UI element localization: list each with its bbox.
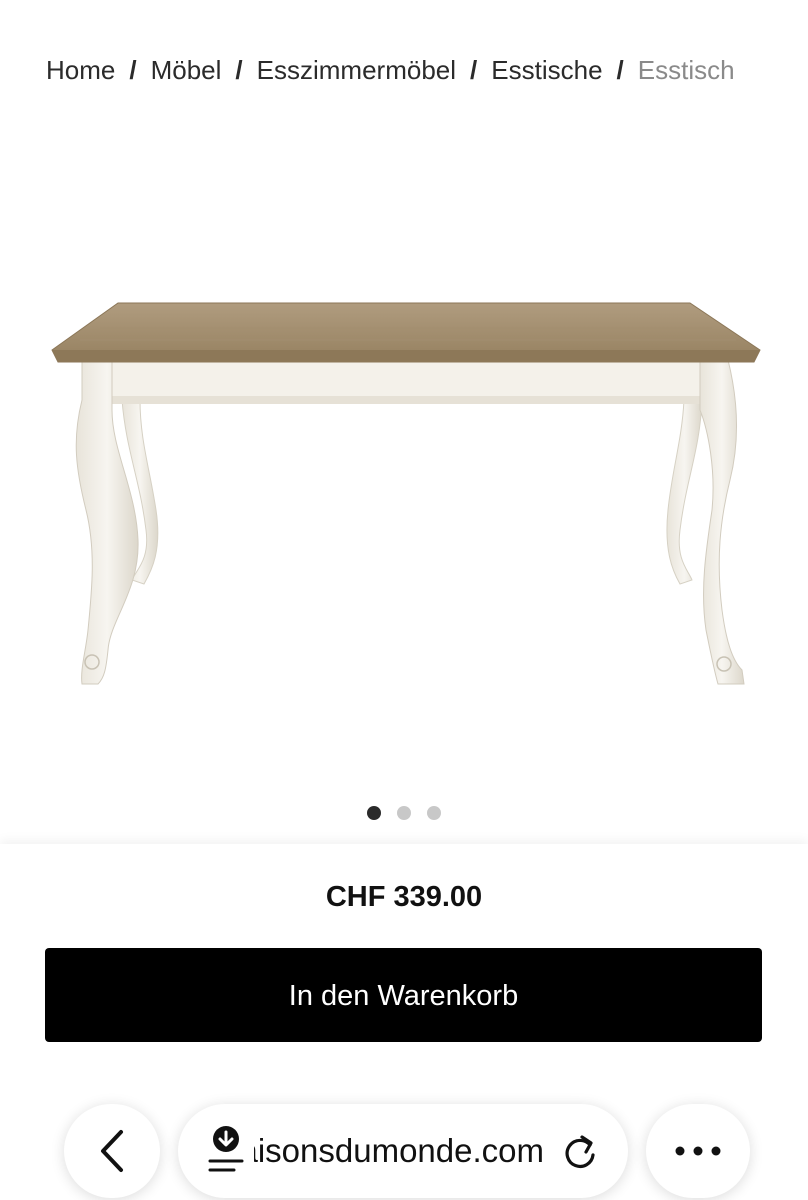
gallery-dots — [0, 806, 808, 820]
back-button[interactable] — [64, 1104, 160, 1198]
gallery-dot-1[interactable] — [367, 806, 381, 820]
breadcrumb-current: Esstisch — [637, 55, 735, 85]
more-button[interactable] — [646, 1104, 750, 1198]
add-to-cart-button[interactable]: In den Warenkorb — [45, 948, 762, 1042]
more-icon — [674, 1145, 722, 1157]
browser-toolbar: maisonsdumonde.com — [0, 1100, 808, 1200]
breadcrumb-separator: / — [616, 55, 624, 85]
reload-icon[interactable] — [560, 1129, 600, 1173]
product-page: Home / Möbel / Esszimmermöbel / Esstische / Esst… — [0, 0, 808, 1200]
product-image[interactable] — [0, 110, 808, 790]
breadcrumb-esstische[interactable]: Esstische — [491, 55, 602, 85]
url-text: maisonsdumonde.com — [254, 1132, 544, 1169]
breadcrumb-separator: / — [129, 55, 137, 85]
breadcrumb-esszimmermoebel[interactable]: Esszimmermöbel — [257, 55, 456, 85]
gallery-dot-3[interactable] — [427, 806, 441, 820]
address-bar[interactable]: maisonsdumonde.com — [178, 1104, 628, 1198]
breadcrumb-home[interactable]: Home — [46, 55, 115, 85]
dining-table-image — [51, 302, 761, 685]
gallery-dot-2[interactable] — [397, 806, 411, 820]
breadcrumb-separator: / — [235, 55, 243, 85]
download-icon[interactable] — [206, 1123, 246, 1179]
chevron-left-icon — [97, 1128, 127, 1174]
breadcrumb: Home / Möbel / Esszimmermöbel / Esstische / Esst… — [46, 52, 762, 88]
product-price: CHF 339.00 — [325, 881, 483, 913]
breadcrumb-separator: / — [470, 55, 478, 85]
breadcrumb-moebel[interactable]: Möbel — [151, 55, 222, 85]
